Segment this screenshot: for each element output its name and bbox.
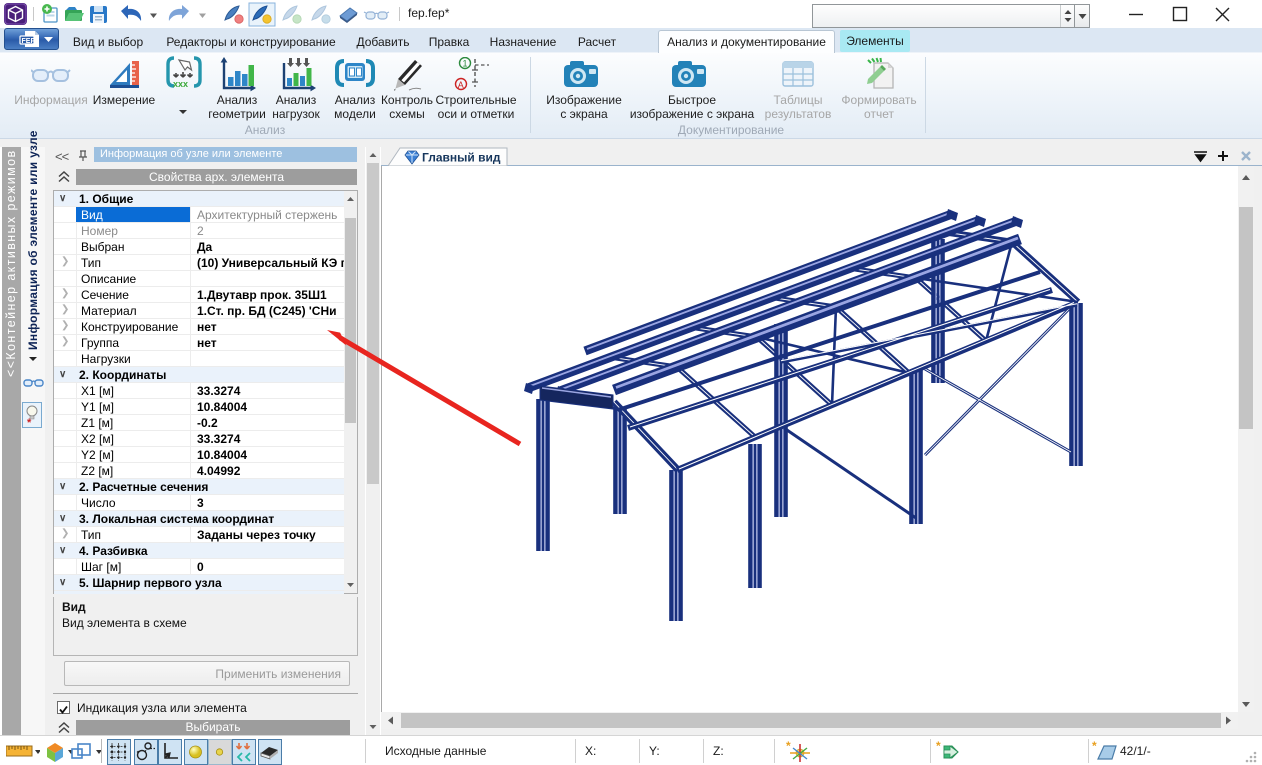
- svg-text:*: *: [1092, 741, 1097, 753]
- svg-text:*: *: [27, 417, 32, 427]
- svg-text:*: *: [936, 740, 941, 753]
- svg-text:FEP: FEP: [22, 38, 36, 45]
- svg-text:*: *: [786, 740, 791, 753]
- svg-text:1: 1: [463, 59, 468, 69]
- svg-text:xxx: xxx: [173, 79, 188, 89]
- svg-text:А: А: [458, 80, 464, 90]
- svg-text:Главный вид: Главный вид: [422, 151, 501, 165]
